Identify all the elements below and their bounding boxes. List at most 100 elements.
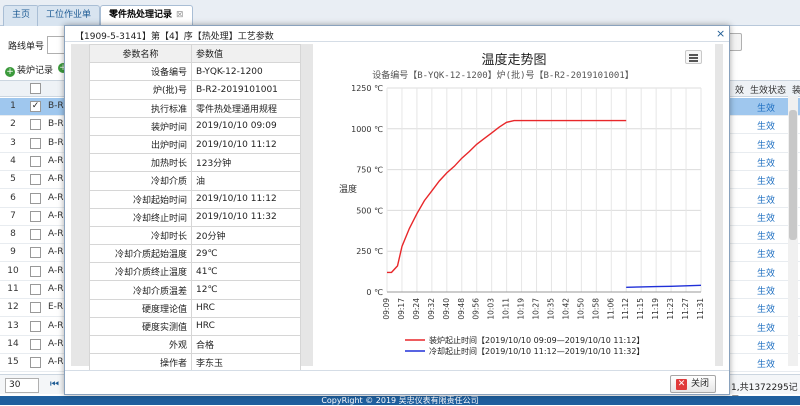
param-value: 2019/10/10 11:12 [191, 189, 301, 209]
row-checkbox[interactable] [30, 210, 41, 222]
row-status-link[interactable]: 生效 [757, 302, 775, 315]
param-name: 冷却时长 [89, 225, 192, 246]
param-name: 外观 [89, 334, 192, 355]
row-number: 10 [7, 265, 19, 276]
x-tick-label: 09:56 [472, 298, 481, 320]
row-checkbox[interactable] [30, 265, 41, 277]
row-checkbox[interactable] [30, 229, 41, 241]
row-status-link[interactable]: 生效 [757, 247, 775, 260]
row-status-link[interactable]: 生效 [757, 174, 775, 187]
first-page-icon[interactable]: ⏮ [50, 379, 59, 390]
row-status-link[interactable]: 生效 [757, 211, 775, 224]
row-checkbox[interactable] [30, 302, 41, 314]
process-params-dialog: 【1909-5-3141】第【4】序【热处理】工艺参数 × 参数名称 参数值 设… [64, 25, 730, 395]
row-checkbox[interactable]: ✓ [30, 101, 41, 112]
param-value: B-YQK-12-1200 [191, 62, 301, 82]
row-status-link[interactable]: 生效 [757, 229, 775, 242]
search-button-edge[interactable] [728, 33, 742, 51]
row-status-link[interactable]: 生效 [757, 156, 775, 169]
param-name: 炉(批)号 [89, 80, 192, 100]
param-name: 硬度理论值 [89, 298, 192, 318]
y-tick-label: 250 ℃ [356, 247, 383, 256]
row-checkbox[interactable] [30, 192, 41, 204]
param-value: 123分钟 [191, 153, 301, 173]
params-row: 设备编号 B-YQK-12-1200 [89, 62, 301, 82]
row-checkbox[interactable] [30, 174, 41, 186]
dialog-header: 【1909-5-3141】第【4】序【热处理】工艺参数 × [65, 26, 729, 42]
add-furnace-record-label: 装炉记录 [17, 66, 54, 76]
menu-icon-bar [689, 54, 698, 56]
page-size-select[interactable]: 30 [5, 378, 39, 393]
grid-scrollbar-thumb[interactable] [789, 110, 797, 240]
params-table: 参数名称 参数值 设备编号 B-YQK-12-1200 炉(批)号 B-R2-2019… [89, 43, 301, 373]
y-axis-label: 温度 [339, 183, 357, 195]
param-value: 2019/10/10 11:32 [191, 207, 301, 227]
row-number: 11 [7, 284, 19, 294]
row-checkbox[interactable] [30, 247, 41, 259]
param-name: 硬度实测值 [89, 316, 192, 337]
close-button-icon: ✕ [676, 379, 687, 390]
row-checkbox[interactable] [30, 357, 41, 369]
row-checkbox[interactable] [30, 284, 41, 295]
row-status-link[interactable]: 生效 [757, 357, 775, 370]
close-button-label: 关闭 [690, 379, 709, 389]
x-tick-label: 11:12 [621, 298, 630, 320]
row-status-link[interactable]: 生效 [757, 284, 775, 297]
row-status-link[interactable]: 生效 [757, 193, 775, 206]
close-button[interactable]: ✕ 关闭 [670, 375, 716, 393]
param-name: 冷却终止时间 [89, 207, 192, 227]
tab-work-order-label: 工位作业单 [46, 10, 92, 20]
param-value: 2019/10/10 09:09 [191, 116, 301, 136]
x-tick-label: 11:31 [696, 298, 705, 320]
row-status-link[interactable]: 生效 [757, 119, 775, 132]
menu-icon-bar [689, 57, 698, 59]
add-furnace-record-button[interactable]: + 装炉记录 [5, 63, 53, 77]
chart-subtitle: 设备编号【B-YQK-12-1200】炉(批)号【B-R2-2019101001… [372, 69, 634, 81]
param-name: 冷却介质终止温度 [89, 262, 192, 282]
params-header-value: 参数值 [191, 43, 301, 64]
param-name: 加热时长 [89, 153, 192, 173]
tab-work-order[interactable]: 工位作业单 [37, 5, 101, 26]
params-row: 冷却时长 20分钟 [89, 225, 301, 246]
row-checkbox[interactable] [30, 338, 41, 350]
param-name: 装炉时间 [89, 116, 192, 136]
menu-icon-bar [689, 60, 698, 62]
row-checkbox[interactable] [30, 119, 41, 131]
row-status-link[interactable]: 生效 [757, 266, 775, 279]
row-number: 14 [7, 338, 19, 349]
row-number: 12 [7, 302, 19, 313]
row-status-link[interactable]: 生效 [757, 339, 775, 352]
row-status-link[interactable]: 生效 [757, 138, 775, 151]
params-row: 装炉时间 2019/10/10 09:09 [89, 116, 301, 136]
legend-label-0: 装炉起止时间【2019/10/10 09:09—2019/10/10 11:12… [429, 335, 644, 345]
copyright-footer: CopyRight © 2019 吴忠仪表有限责任公司 [0, 396, 800, 405]
params-row: 外观 合格 [89, 334, 301, 355]
select-all-checkbox[interactable] [30, 83, 41, 94]
params-row: 炉(批)号 B-R2-2019101001 [89, 80, 301, 100]
chart-menu-button[interactable] [685, 50, 702, 64]
param-value: 零件热处理通用规程 [191, 98, 301, 118]
row-number: 13 [7, 320, 19, 331]
col-header-partial: 效 [735, 86, 745, 96]
x-tick-label: 10:42 [561, 298, 570, 320]
param-name: 出炉时间 [89, 134, 192, 155]
row-checkbox[interactable] [30, 320, 41, 332]
y-tick-label: 0 ℃ [366, 288, 383, 297]
tab-home[interactable]: 主页 [3, 5, 40, 26]
tab-heat-treatment-record[interactable]: 零件热处理记录 ⊠ [100, 5, 193, 27]
params-row: 加热时长 123分钟 [89, 153, 301, 173]
x-tick-label: 10:11 [502, 298, 511, 320]
tab-home-label: 主页 [12, 10, 31, 20]
tab-close-icon[interactable]: ⊠ [176, 10, 184, 20]
x-tick-label: 11:19 [651, 298, 660, 320]
params-row: 冷却介质终止温度 41℃ [89, 262, 301, 282]
x-tick-label: 09:40 [442, 298, 451, 320]
row-number: 2 [10, 119, 16, 130]
x-tick-label: 09:17 [397, 298, 406, 320]
row-status-link[interactable]: 生效 [757, 101, 775, 114]
row-status-link[interactable]: 生效 [757, 321, 775, 334]
close-icon[interactable]: × [716, 27, 725, 40]
row-checkbox[interactable] [30, 137, 41, 149]
row-checkbox[interactable] [30, 155, 41, 167]
row-number: 9 [10, 247, 16, 258]
